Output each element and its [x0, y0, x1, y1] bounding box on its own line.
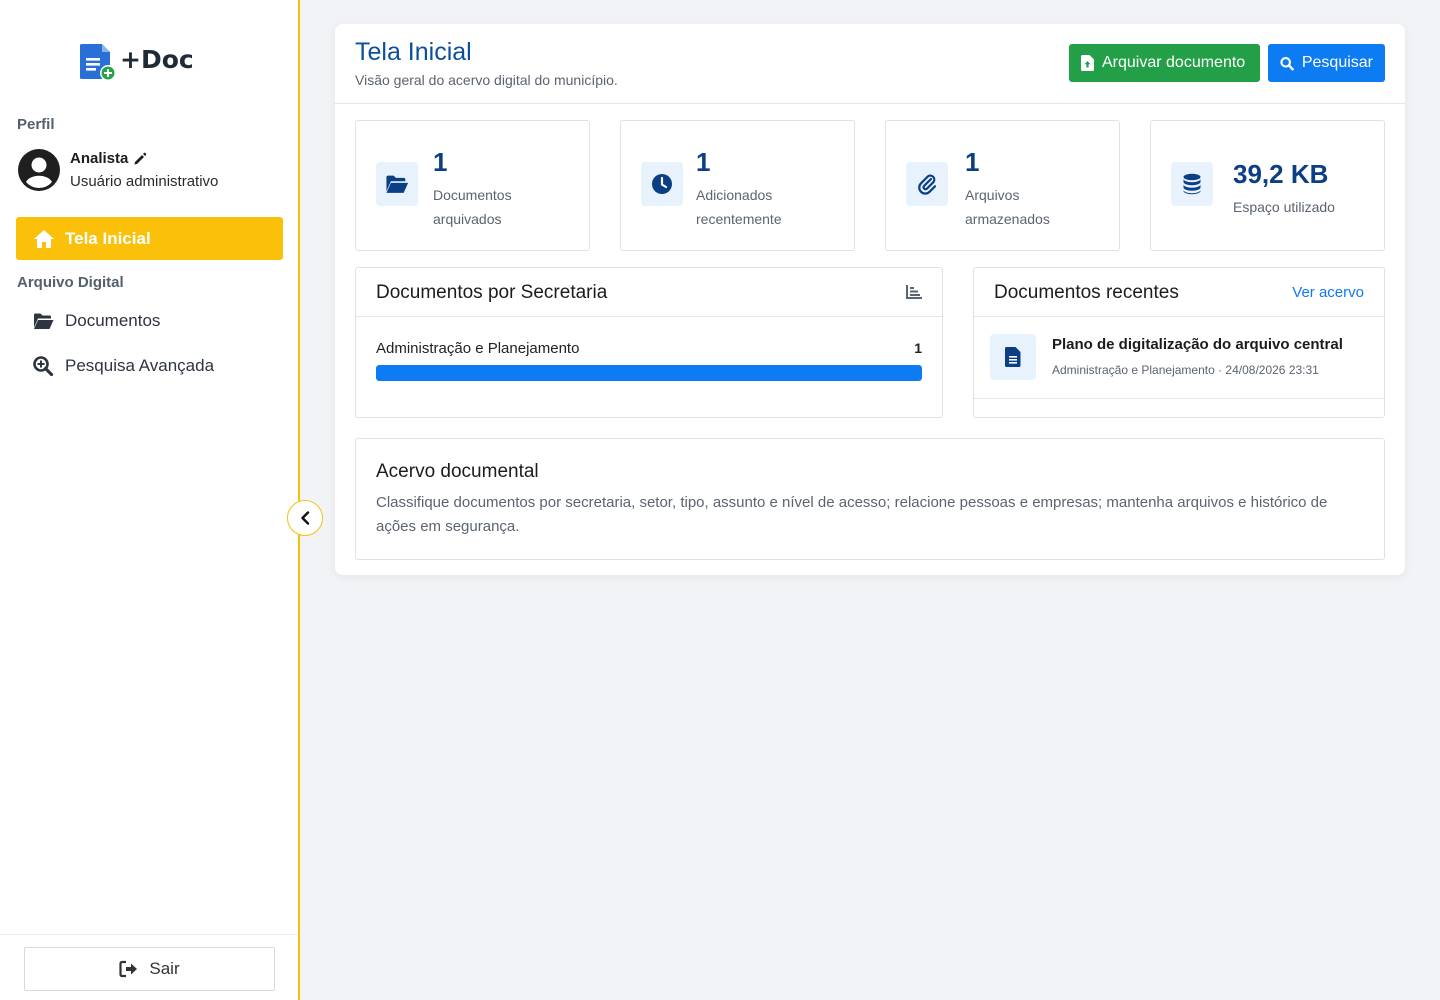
stat-card-adicionados-recentemente[interactable]: 1 Adicionados recentemente — [620, 120, 855, 251]
stat-label-line: Adicionados — [696, 187, 773, 203]
page-subtitle: Visão geral do acervo digital do municíp… — [355, 72, 618, 88]
user-name: Analista — [70, 150, 129, 167]
archive-document-button[interactable]: Arquivar documento — [1069, 44, 1260, 82]
stat-value: 1 — [965, 147, 980, 177]
folder-open-icon — [34, 313, 54, 329]
stat-value: 1 — [433, 147, 448, 177]
search-button-label: Pesquisar — [1301, 54, 1373, 71]
card-title: Documentos por Secretaria — [376, 282, 608, 303]
stat-label: Arquivos armazenados — [965, 183, 1050, 231]
acervo-info-card: Acervo documental Classifique documentos… — [355, 438, 1385, 560]
user-profile[interactable]: Analista Usuário administrativo — [17, 148, 218, 192]
stat-label-line: Arquivos — [965, 187, 1020, 203]
stat-card-documentos-arquivados[interactable]: 1 Documentos arquivados — [355, 120, 590, 251]
stat-label: Adicionados recentemente — [696, 183, 782, 231]
nav-item-tela-inicial[interactable]: Tela Inicial — [16, 217, 283, 260]
logout-button[interactable]: Sair — [24, 947, 275, 991]
page-title: Tela Inicial — [355, 38, 472, 66]
stat-value: 1 — [696, 147, 711, 177]
divider — [974, 398, 1384, 399]
stat-label-line: recentemente — [696, 211, 782, 227]
logout-label: Sair — [149, 959, 180, 978]
nav-item-pesquisa-avancada[interactable]: Pesquisa Avançada — [33, 356, 214, 376]
sidebar: +Doc Perfil Analista Usuário administrat… — [0, 0, 300, 1000]
file-text-icon — [990, 334, 1036, 380]
paperclip-icon — [906, 162, 948, 206]
sidebar-collapse-button[interactable] — [287, 500, 323, 536]
nav-item-label: Documentos — [65, 311, 161, 330]
view-collection-link[interactable]: Ver acervo — [1292, 284, 1364, 301]
documents-by-secretaria-card: Documentos por Secretaria Administração … — [355, 267, 943, 418]
search-button[interactable]: Pesquisar — [1268, 44, 1385, 82]
secretaria-progress-track — [376, 365, 922, 381]
sign-out-icon — [119, 960, 138, 978]
stat-card-arquivos-armazenados[interactable]: 1 Arquivos armazenados — [885, 120, 1120, 251]
stat-label: Documentos arquivados — [433, 183, 512, 231]
user-role: Usuário administrativo — [70, 173, 219, 190]
card-title: Documentos recentes — [994, 282, 1179, 303]
stat-label: Espaço utilizado — [1233, 195, 1335, 219]
profile-section-label: Perfil — [17, 116, 55, 133]
doc-plus-logo-icon — [80, 44, 116, 81]
home-icon — [34, 229, 54, 248]
nav-item-documentos[interactable]: Documentos — [33, 311, 160, 331]
chevron-left-icon — [301, 511, 310, 525]
secretaria-progress-bar — [376, 365, 922, 381]
secretaria-label: Administração e Planejamento — [376, 340, 580, 357]
file-upload-icon — [1081, 55, 1094, 71]
folder-open-icon — [376, 162, 418, 206]
acervo-description: Classifique documentos por secretaria, s… — [376, 494, 1328, 535]
recent-document-meta: Administração e Planejamento · 24/08/202… — [1052, 363, 1319, 377]
archive-button-label: Arquivar documento — [1102, 54, 1246, 71]
recent-documents-card: Documentos recentes Ver acervo Plano de … — [973, 267, 1385, 418]
stat-label-line: Documentos — [433, 187, 512, 203]
recent-document-title[interactable]: Plano de digitalização do arquivo centra… — [1052, 336, 1343, 353]
archive-section-label: Arquivo Digital — [17, 274, 124, 291]
secretaria-count: 1 — [914, 340, 922, 356]
app-logo[interactable]: +Doc — [80, 42, 194, 82]
card-header: Documentos recentes Ver acervo — [974, 268, 1384, 317]
search-icon — [1280, 56, 1294, 70]
search-plus-icon — [33, 356, 54, 376]
stat-label-line: armazenados — [965, 211, 1050, 227]
card-header: Documentos por Secretaria — [356, 268, 942, 317]
app-name: +Doc — [120, 44, 194, 74]
stat-card-espaco-utilizado[interactable]: 39,2 KB Espaço utilizado — [1150, 120, 1385, 251]
page-header: Tela Inicial Visão geral do acervo digit… — [335, 24, 1405, 104]
stat-label-line: Espaço utilizado — [1233, 199, 1335, 215]
nav-item-label: Tela Inicial — [65, 228, 151, 248]
acervo-title: Acervo documental — [376, 461, 539, 482]
dashboard-panel: Tela Inicial Visão geral do acervo digit… — [335, 24, 1405, 575]
database-icon — [1171, 162, 1213, 206]
nav-item-label: Pesquisa Avançada — [65, 356, 215, 375]
user-avatar-icon — [18, 149, 60, 191]
edit-pencil-icon[interactable] — [133, 152, 147, 166]
stat-label-line: arquivados — [433, 211, 502, 227]
bar-chart-icon — [906, 285, 922, 299]
stat-value: 39,2 KB — [1233, 159, 1329, 189]
clock-icon — [641, 162, 683, 206]
sidebar-footer: Sair — [0, 934, 298, 1000]
